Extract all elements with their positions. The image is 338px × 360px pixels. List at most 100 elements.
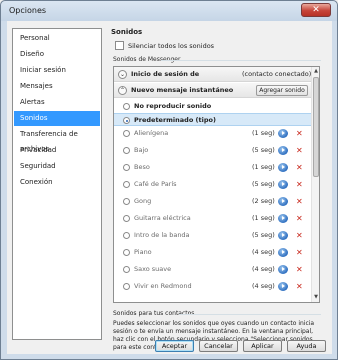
collapse-chevron-icon[interactable]: ⌃ <box>118 86 127 95</box>
event-label: Inicio de sesión de <box>131 70 200 78</box>
play-icon[interactable] <box>278 231 288 240</box>
play-icon[interactable] <box>278 214 288 223</box>
collapse-chevron-icon[interactable]: ⌄ <box>118 70 127 79</box>
event-header-message[interactable]: ⌃ Nuevo mensaje instantáneo Agregar soni… <box>114 83 311 98</box>
delete-icon[interactable]: ✕ <box>296 161 303 174</box>
title-bar[interactable]: Opciones ✕ <box>1 1 337 21</box>
sound-duration: (5 seg) <box>252 231 275 239</box>
play-icon[interactable] <box>278 129 288 138</box>
sound-duration: (4 seg) <box>252 248 275 256</box>
sound-row[interactable]: Beso (1 seg) ✕ <box>114 161 311 174</box>
play-icon[interactable] <box>278 146 288 155</box>
play-icon[interactable] <box>278 265 288 274</box>
sidebar-item-connection[interactable]: Conexión <box>14 175 100 190</box>
delete-icon[interactable]: ✕ <box>296 229 303 242</box>
event-label: Nuevo mensaje instantáneo <box>131 86 234 94</box>
section-title: Sonidos <box>111 28 143 36</box>
delete-icon[interactable]: ✕ <box>296 263 303 276</box>
sound-duration: (1 seg) <box>252 214 275 222</box>
radio-button[interactable] <box>123 130 130 137</box>
sound-duration: (5 seg) <box>252 146 275 154</box>
sound-name: Vivir en Redmond <box>134 282 192 290</box>
play-icon[interactable] <box>278 180 288 189</box>
help-button[interactable]: Ayuda <box>287 340 326 352</box>
radio-button[interactable] <box>123 103 130 110</box>
play-icon[interactable] <box>278 282 288 291</box>
ok-button[interactable]: Aceptar <box>155 340 194 352</box>
mute-all-checkbox[interactable] <box>115 41 124 50</box>
sidebar-item-alerts[interactable]: Alertas <box>14 95 100 110</box>
sound-row[interactable]: Gong (2 seg) ✕ <box>114 195 311 208</box>
sound-name: Bajo <box>134 146 149 154</box>
play-icon[interactable] <box>278 248 288 257</box>
event-status: (contacto conectado) <box>242 70 312 78</box>
sidebar-item-personal[interactable]: Personal <box>14 31 100 46</box>
sound-row[interactable]: Alienígena (1 seg) ✕ <box>114 127 311 140</box>
sound-name: Piano <box>134 248 152 256</box>
sound-duration: (1 seg) <box>252 163 275 171</box>
sound-name: Saxo suave <box>134 265 172 273</box>
radio-button[interactable] <box>123 249 130 256</box>
dialog-body: Personal Diseño Iniciar sesión Mensajes … <box>7 21 332 354</box>
radio-button[interactable] <box>123 266 130 273</box>
radio-button[interactable] <box>123 181 130 188</box>
play-icon[interactable] <box>278 163 288 172</box>
delete-icon[interactable]: ✕ <box>296 127 303 140</box>
sound-row[interactable]: Intro de la banda (5 seg) ✕ <box>114 229 311 242</box>
sound-duration: (4 seg) <box>252 265 275 273</box>
delete-icon[interactable]: ✕ <box>296 195 303 208</box>
sound-list[interactable]: ⌄ Inicio de sesión de (contacto conectad… <box>113 66 320 303</box>
apply-button[interactable]: Aplicar <box>243 340 282 352</box>
sidebar-item-sounds[interactable]: Sonidos <box>14 111 100 126</box>
option-row-default[interactable]: Predeterminado (tipo) <box>114 113 311 126</box>
sound-row[interactable]: Piano (4 seg) ✕ <box>114 246 311 259</box>
sidebar-item-file-transfer[interactable]: Transferencia de archivos <box>14 127 100 153</box>
radio-button[interactable] <box>123 215 130 222</box>
play-icon[interactable] <box>278 197 288 206</box>
vertical-scrollbar[interactable]: ▲ ▼ <box>311 67 319 302</box>
sound-name: Guitarra eléctrica <box>134 214 191 222</box>
radio-button[interactable] <box>123 283 130 290</box>
scroll-up-arrow[interactable]: ▲ <box>312 67 319 75</box>
sound-row[interactable]: Guitarra eléctrica (1 seg) ✕ <box>114 212 311 225</box>
cancel-button[interactable]: Cancelar <box>199 340 238 352</box>
group-divider <box>179 314 321 315</box>
sound-duration: (4 seg) <box>252 282 275 290</box>
sound-duration: (2 seg) <box>252 197 275 205</box>
sidebar-item-design[interactable]: Diseño <box>14 47 100 62</box>
sidebar-item-sign-in[interactable]: Iniciar sesión <box>14 63 100 78</box>
scroll-down-arrow[interactable]: ▼ <box>312 293 319 301</box>
sidebar-item-privacy[interactable]: Privacidad <box>14 143 100 158</box>
window-title: Opciones <box>9 6 47 15</box>
radio-button[interactable] <box>123 198 130 205</box>
sound-name: Beso <box>134 163 150 171</box>
add-sound-button[interactable]: Agregar sonido <box>256 85 308 96</box>
sound-row[interactable]: Café de París (5 seg) ✕ <box>114 178 311 191</box>
option-label: Predeterminado (tipo) <box>134 116 216 124</box>
sound-row[interactable]: Bajo (5 seg) ✕ <box>114 144 311 157</box>
scroll-thumb[interactable] <box>313 77 319 177</box>
delete-icon[interactable]: ✕ <box>296 280 303 293</box>
sound-row[interactable]: Saxo suave (4 seg) ✕ <box>114 263 311 276</box>
radio-button[interactable] <box>123 232 130 239</box>
sound-name: Alienígena <box>134 129 169 137</box>
sound-row[interactable]: Vivir en Redmond (4 seg) ✕ <box>114 280 311 293</box>
event-header-signin[interactable]: ⌄ Inicio de sesión de (contacto conectad… <box>114 67 311 82</box>
sound-duration: (5 seg) <box>252 180 275 188</box>
sound-name: Gong <box>134 197 152 205</box>
group-divider <box>161 60 321 61</box>
delete-icon[interactable]: ✕ <box>296 246 303 259</box>
delete-icon[interactable]: ✕ <box>296 144 303 157</box>
option-row-no-sound[interactable]: No reproducir sonido <box>114 100 311 113</box>
radio-button[interactable] <box>123 147 130 154</box>
sound-duration: (1 seg) <box>252 129 275 137</box>
close-button[interactable]: ✕ <box>301 3 331 17</box>
radio-button[interactable] <box>123 164 130 171</box>
radio-button[interactable] <box>123 117 130 124</box>
sound-name: Café de París <box>134 180 177 188</box>
delete-icon[interactable]: ✕ <box>296 178 303 191</box>
sidebar-item-messages[interactable]: Mensajes <box>14 79 100 94</box>
delete-icon[interactable]: ✕ <box>296 212 303 225</box>
options-window: Opciones ✕ Personal Diseño Iniciar sesió… <box>0 0 338 360</box>
sidebar-item-security[interactable]: Seguridad <box>14 159 100 174</box>
